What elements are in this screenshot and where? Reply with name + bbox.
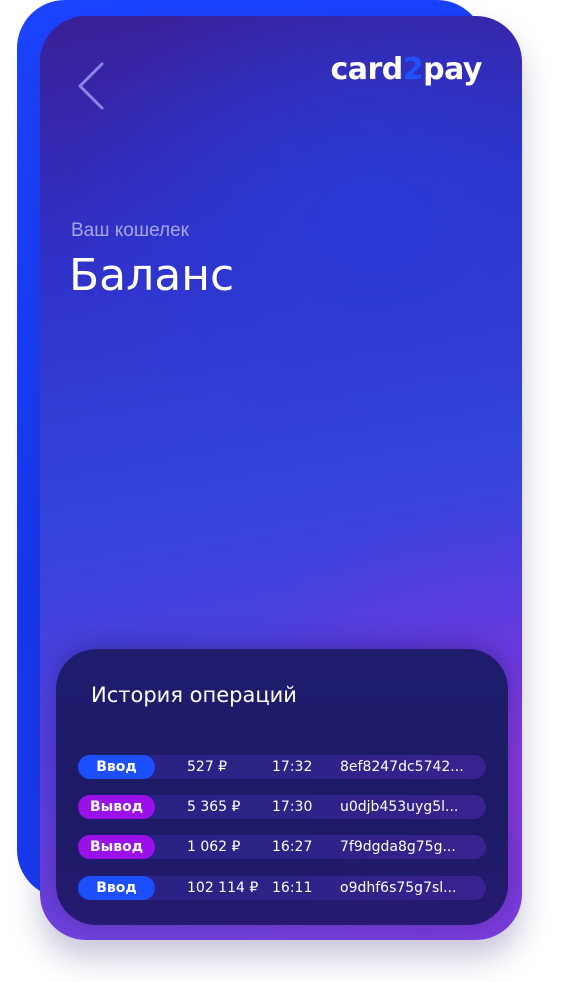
operation-type-badge: Вывод xyxy=(78,835,155,859)
screen: card2pay Ваш кошелек Баланс История опер… xyxy=(0,0,563,982)
logo-text-2: 2 xyxy=(402,52,424,87)
operation-time: 16:11 xyxy=(272,880,313,896)
operation-hash: u0djb453uyg5l... xyxy=(340,799,459,815)
page-title: Баланс xyxy=(69,250,235,301)
logo: card2pay xyxy=(330,52,482,87)
operation-time: 16:27 xyxy=(272,839,313,855)
phone-screen: card2pay Ваш кошелек Баланс История опер… xyxy=(40,16,522,940)
wallet-subtitle: Ваш кошелек xyxy=(71,220,189,241)
operation-time: 17:32 xyxy=(272,759,313,775)
operation-amount: 527 ₽ xyxy=(187,759,228,775)
operation-time: 17:30 xyxy=(272,799,313,815)
operation-amount: 1 062 ₽ xyxy=(187,839,241,855)
logo-text-pay: pay xyxy=(423,52,482,87)
history-title: История операций xyxy=(91,683,297,707)
operations-history-panel: История операций Ввод 527 ₽ 17:32 8ef824… xyxy=(56,649,508,925)
operation-type-badge: Ввод xyxy=(78,755,155,779)
operation-amount: 5 365 ₽ xyxy=(187,799,241,815)
logo-text-card: card xyxy=(330,52,403,87)
operation-amount: 102 114 ₽ xyxy=(187,880,259,896)
history-row[interactable]: Ввод 527 ₽ 17:32 8ef8247dc5742... xyxy=(78,755,486,779)
operation-hash: 7f9dgda8g75g... xyxy=(340,839,456,855)
back-button[interactable] xyxy=(70,58,110,114)
operation-type-badge: Вывод xyxy=(78,795,155,819)
history-row[interactable]: Вывод 1 062 ₽ 16:27 7f9dgda8g75g... xyxy=(78,835,486,859)
history-row[interactable]: Вывод 5 365 ₽ 17:30 u0djb453uyg5l... xyxy=(78,795,486,819)
operation-hash: o9dhf6s75g7sl... xyxy=(340,880,457,896)
history-row[interactable]: Ввод 102 114 ₽ 16:11 o9dhf6s75g7sl... xyxy=(78,876,486,900)
chevron-left-icon xyxy=(78,62,104,110)
operation-hash: 8ef8247dc5742... xyxy=(340,759,464,775)
operation-type-badge: Ввод xyxy=(78,876,155,900)
